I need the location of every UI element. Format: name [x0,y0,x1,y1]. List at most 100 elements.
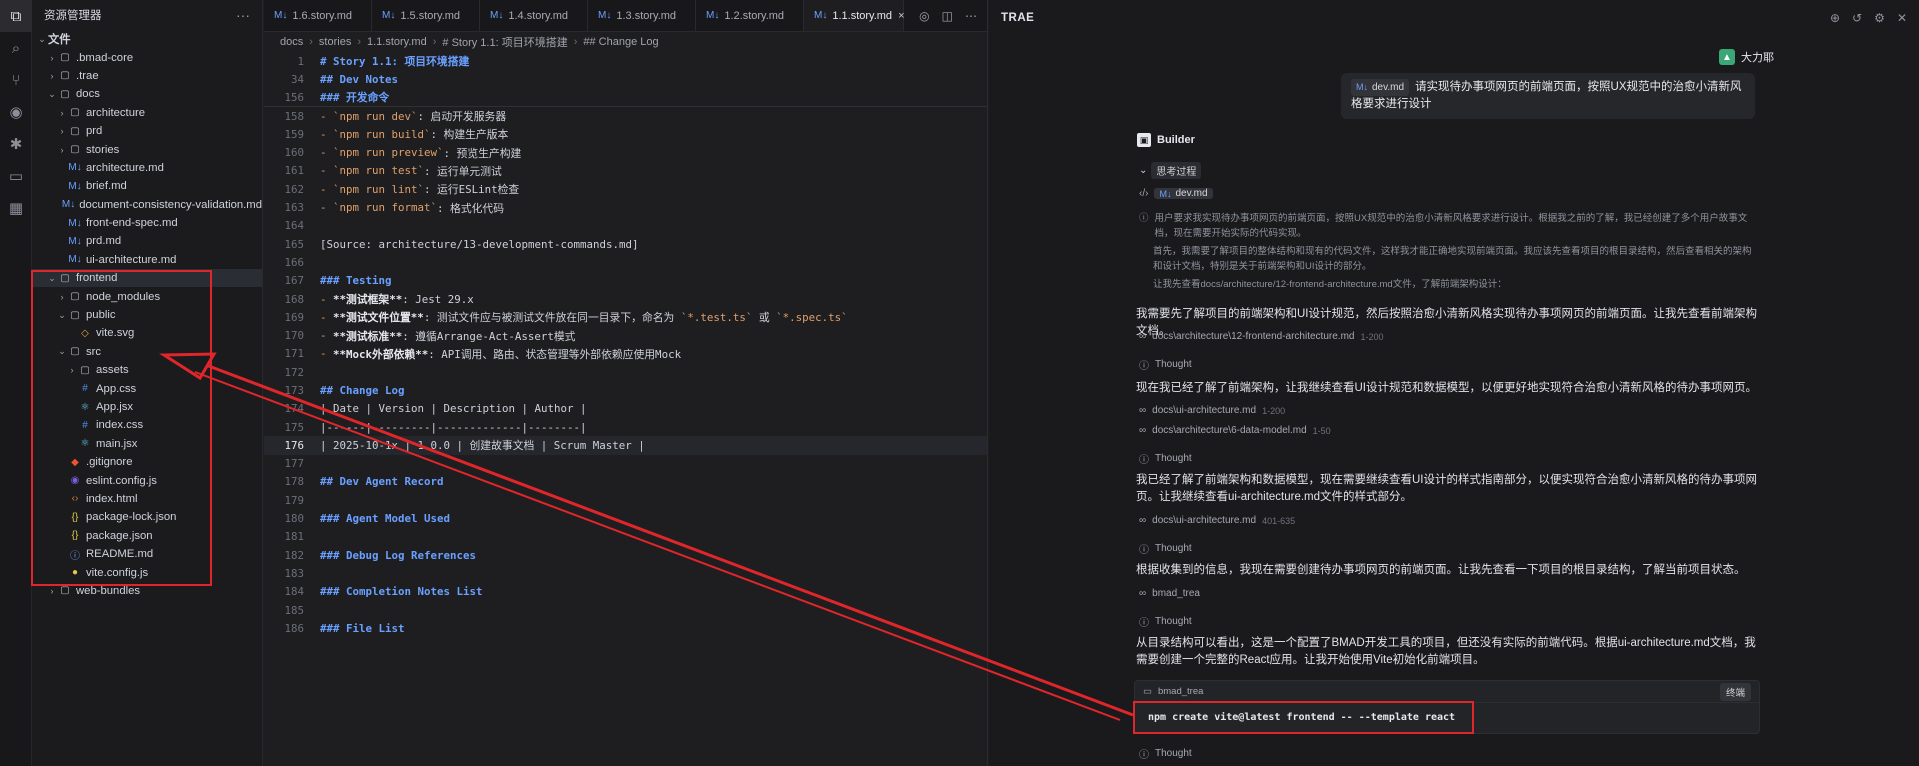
line-number: 162 [284,182,304,196]
user-message: M↓ dev.md 请实现待办事项网页的前端页面，按照UX规范中的治愈小清新风格要求… [1341,73,1755,119]
tree-file[interactable]: M↓ prd.md [32,232,262,250]
code-token: **测试文件位置** [333,311,424,325]
tree-file[interactable]: M↓ document-consistency-validation.md [32,196,262,214]
split-editor-icon[interactable]: ◫ [942,9,953,23]
tree-folder[interactable]: ⌄ ▢ docs [32,85,262,103]
thought-toggle[interactable]: ⓘ Thought [1139,357,1192,372]
code-line: 172 [264,363,987,381]
breadcrumb-item[interactable]: ## Change Log [583,36,658,48]
open-terminal-button[interactable]: 终端 [1719,682,1751,701]
new-chat-icon[interactable]: ⊕ [1830,11,1840,25]
chevron-right-icon: › [309,36,313,48]
code-line: 166 [264,253,987,271]
explorer-icon[interactable]: ⧉ [0,0,32,32]
file-reference[interactable]: ∞ docs\ui-architecture.md 401-635 [1139,515,1295,526]
tree-folder[interactable]: › ▢ .bmad-core [32,48,262,66]
more-icon[interactable]: ⋯ [965,9,977,23]
code-line: 184 ### Completion Notes List [264,583,987,601]
editor-tab[interactable]: M↓ 1.3.story.md [588,0,696,31]
assistant-paragraph: 从目录结构可以看出，这是一个配置了BMAD开发工具的项目，但还没有实际的前端代码… [1136,637,1756,666]
editor-tab[interactable]: M↓ 1.1.story.md × [804,0,905,31]
breadcrumb-item[interactable]: 1.1.story.md [367,36,427,48]
tree-file[interactable]: M↓ architecture.md [32,159,262,177]
source-control-icon[interactable]: ⑂ [0,64,32,96]
tree-folder[interactable]: › ▢ prd [32,122,262,140]
line-number: 177 [284,457,304,471]
tree-item-label: front-end-spec.md [86,217,178,230]
line-number: 158 [284,109,304,123]
breadcrumb-item[interactable]: docs [280,36,303,48]
tree-folder[interactable]: ⌄ 文件 [32,30,262,48]
file-reference[interactable]: ∞ bmad_trea [1139,588,1200,599]
code-token: : 遵循Arrange-Act-Assert模式 [402,329,576,343]
code-line: 156 ### 开发命令 [264,89,987,107]
search-icon[interactable]: ⌕ [0,32,32,64]
file-reference[interactable]: ∞ docs\ui-architecture.md 1-200 [1139,405,1285,416]
file-chip-label: dev.md [1175,188,1208,199]
builder-logo-icon: ▣ [1137,133,1151,147]
preview-icon[interactable]: ◎ [919,9,929,23]
tree-item-label: .trae [76,69,99,82]
code-view[interactable]: 1 # Story 1.1: 项目环境搭建 34 ## Dev Notes 156 ###… [264,52,987,638]
chevron-right-icon: › [60,126,64,137]
tree-file[interactable]: M↓ ui-architecture.md [32,251,262,269]
code-token: |------|---------|-------------|--------… [320,420,587,434]
gear-icon[interactable]: ⚙ [1874,11,1885,25]
remote-icon[interactable]: ▭ [0,160,32,192]
markdown-icon: M↓ [1159,188,1172,199]
md-icon: M↓ [68,162,82,174]
more-icon[interactable]: ··· [236,7,250,23]
editor-tab[interactable]: M↓ 1.5.story.md [372,0,480,31]
code-token: ## Change Log [320,383,405,397]
tree-file[interactable]: M↓ front-end-spec.md [32,214,262,232]
editor-tab[interactable]: M↓ 1.2.story.md [696,0,804,31]
history-icon[interactable]: ↺ [1852,11,1862,25]
tree-folder[interactable]: › ▢ stories [32,140,262,158]
tree-folder[interactable]: › ▢ .trae [32,67,262,85]
line-number: 175 [284,420,304,434]
thought-toggle[interactable]: ⓘ Thought [1139,451,1192,466]
editor-tab[interactable]: M↓ 1.6.story.md [264,0,372,31]
info-icon: ⓘ [1139,545,1149,556]
bot-name: Builder [1157,134,1195,146]
file-reference[interactable]: ∞ docs\architecture\12-frontend-architect… [1139,331,1384,342]
info-icon: ⓘ [1139,213,1149,224]
line-number: 171 [284,347,304,361]
line-number: 170 [284,329,304,343]
thought-toggle[interactable]: ⓘ Thought [1139,541,1192,556]
code-token: - [320,164,334,178]
breadcrumb: docs › stories › 1.1.story.md › # Story 1.1: 项… [264,32,987,52]
preview-icon[interactable]: ◉ [0,96,32,128]
code-token: - [320,347,334,361]
debug-icon[interactable]: ✱ [0,128,32,160]
tree-file[interactable]: M↓ brief.md [32,177,262,195]
code-token: `*.spec.ts` [776,310,848,324]
folder-icon: ▢ [60,88,70,100]
markdown-icon: M↓ [598,10,612,21]
code-token: `npm run build` [333,127,431,141]
tree-folder[interactable]: › ▢ architecture [32,104,262,122]
breadcrumb-item[interactable]: stories [319,36,351,48]
code-token: : 预览生产构建 [443,146,522,160]
file-reference[interactable]: ∞ docs\architecture\6-data-model.md 1-50 [1139,425,1331,436]
thinking-file-ref[interactable]: ‹/› M↓ dev.md [1139,188,1219,199]
markdown-icon: M↓ [274,10,288,21]
line-number: 179 [284,493,304,507]
thought-toggle[interactable]: ⓘ Thought [1139,746,1192,761]
chevron-right-icon: › [432,36,437,48]
file-chip[interactable]: M↓ dev.md [1351,79,1410,96]
chat-toolbar: ⊕ ↺ ⚙ ✕ [1830,11,1907,25]
code-token: | 2025-10-1x | 1.0.0 | 创建故事文档 | Scrum Ma… [320,439,645,453]
bot-header: ▣ Builder [1137,133,1195,147]
code-line: 177 [264,455,987,473]
thinking-toggle[interactable]: ⌄ 思考过程 [1139,162,1202,179]
thought-label: Thought [1155,453,1192,464]
info-icon: ⓘ [1139,618,1149,629]
line-range: 1-200 [1360,331,1384,342]
breadcrumb-item[interactable]: # Story 1.1: 项目环境搭建 [442,34,567,50]
extensions-icon[interactable]: ▦ [0,192,32,224]
thought-toggle[interactable]: ⓘ Thought [1139,614,1192,629]
code-token: : 构建生产版本 [430,128,509,142]
editor-tab[interactable]: M↓ 1.4.story.md [480,0,588,31]
close-icon[interactable]: ✕ [1897,11,1907,25]
